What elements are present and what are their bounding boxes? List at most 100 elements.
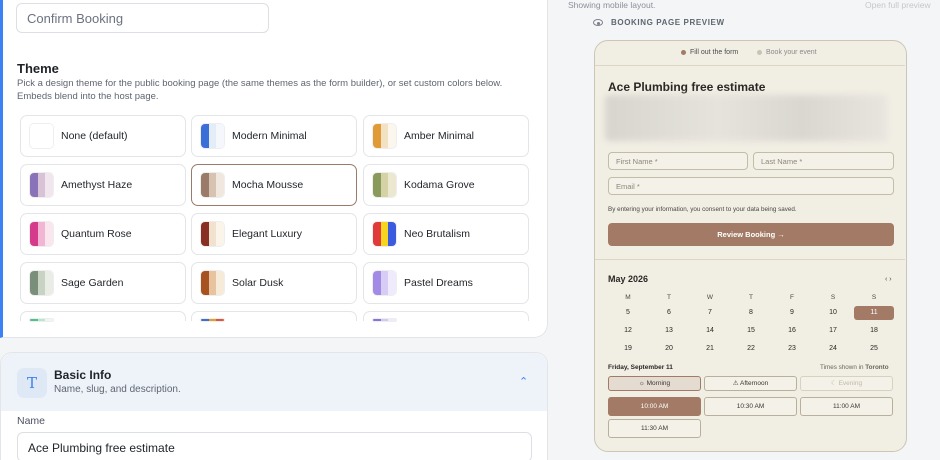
theme-swatch — [200, 221, 225, 247]
swatch-color — [216, 222, 224, 246]
theme-option[interactable]: Amber Minimal — [363, 115, 529, 157]
calendar-day[interactable]: 20 — [649, 342, 689, 356]
calendar-day[interactable]: 18 — [854, 324, 894, 338]
weekday-label: W — [706, 294, 714, 301]
theme-option[interactable] — [20, 311, 186, 322]
weekday-label: F — [790, 294, 794, 301]
period-tab[interactable]: ☾ Evening — [800, 376, 893, 391]
open-full-preview-link[interactable]: Open full preview — [865, 0, 931, 10]
theme-swatch — [372, 318, 397, 322]
swatch-color — [208, 222, 217, 246]
calendar-day[interactable]: 5 — [608, 306, 648, 320]
swatch-color — [37, 319, 46, 321]
last-name-input[interactable]: Last Name * — [753, 152, 894, 170]
basic-info-title: Basic Info — [54, 368, 112, 382]
calendar-day[interactable]: 8 — [731, 306, 771, 320]
theme-swatch — [372, 221, 397, 247]
time-slot-button[interactable]: 10:00 AM — [608, 397, 701, 416]
theme-option[interactable]: Amethyst Haze — [20, 164, 186, 206]
theme-option-label: Amethyst Haze — [61, 179, 133, 191]
selected-day-label: Friday, September 11 — [608, 364, 673, 371]
mobile-preview-frame: Fill out the form Book your event Ace Pl… — [594, 40, 907, 452]
consent-text: By entering your information, you consen… — [608, 206, 797, 213]
calendar-day[interactable]: 23 — [772, 342, 812, 356]
name-label: Name — [17, 415, 46, 427]
swatch-color — [208, 124, 217, 148]
calendar-day[interactable]: 25 — [854, 342, 894, 356]
review-booking-button[interactable]: Review Booking → — [608, 223, 894, 246]
name-input[interactable]: Ace Plumbing free estimate — [17, 432, 532, 460]
month-nav-arrows[interactable]: ‹ › — [885, 276, 892, 283]
step-book-event: Book your event — [757, 49, 817, 56]
calendar-day[interactable]: 17 — [813, 324, 853, 338]
calendar-day[interactable]: 19 — [608, 342, 648, 356]
theme-option-label: Amber Minimal — [404, 130, 475, 142]
preview-heading: BOOKING PAGE PREVIEW — [593, 18, 725, 27]
theme-option[interactable]: Modern Minimal — [191, 115, 357, 157]
theme-swatch — [200, 123, 225, 149]
booking-steps: Fill out the form Book your event — [595, 41, 905, 66]
theme-swatch — [200, 270, 225, 296]
calendar-day[interactable]: 12 — [608, 324, 648, 338]
theme-swatch — [372, 123, 397, 149]
period-tab[interactable]: ☼ Morning — [608, 376, 701, 391]
swatch-color — [373, 271, 381, 295]
chevron-up-icon[interactable]: ⌃ — [519, 375, 528, 388]
swatch-color — [30, 173, 38, 197]
calendar-day[interactable]: 9 — [772, 306, 812, 320]
swatch-color — [37, 271, 46, 295]
timezone-city: Toronto — [865, 364, 889, 371]
theme-option[interactable]: Solar Dusk — [191, 262, 357, 304]
confirm-button-label-input[interactable]: Confirm Booking — [16, 3, 269, 33]
swatch-color — [45, 222, 53, 246]
step-active-dot — [681, 50, 686, 55]
theme-option[interactable] — [191, 311, 357, 322]
first-name-input[interactable]: First Name * — [608, 152, 748, 170]
time-slot-button[interactable]: 10:30 AM — [704, 397, 797, 416]
step-inactive-dot — [757, 50, 762, 55]
theme-option[interactable]: None (default) — [20, 115, 186, 157]
theme-swatch — [29, 123, 54, 149]
email-input[interactable]: Email * — [608, 177, 894, 195]
weekday-label: S — [830, 294, 836, 301]
theme-option-label: Quantum Rose — [61, 228, 132, 240]
theme-option[interactable]: Sage Garden — [20, 262, 186, 304]
swatch-color — [45, 271, 53, 295]
theme-swatch — [372, 172, 397, 198]
time-slot-button[interactable]: 11:00 AM — [800, 397, 893, 416]
swatch-color — [380, 271, 389, 295]
calendar-day[interactable]: 14 — [690, 324, 730, 338]
time-slot-button[interactable]: 11:30 AM — [608, 419, 701, 438]
swatch-color — [373, 173, 381, 197]
calendar-day[interactable]: 7 — [690, 306, 730, 320]
theme-option[interactable]: Neo Brutalism — [363, 213, 529, 255]
calendar-day[interactable]: 6 — [649, 306, 689, 320]
layout-note: Showing mobile layout. — [568, 0, 656, 10]
basic-info-header[interactable]: T Basic Info Name, slug, and description… — [1, 353, 547, 411]
theme-option[interactable]: Pastel Dreams — [363, 262, 529, 304]
swatch-color — [208, 319, 217, 321]
theme-option[interactable]: Kodama Grove — [363, 164, 529, 206]
period-tab[interactable]: ⚠ Afternoon — [704, 376, 797, 391]
basic-info-subtitle: Name, slug, and description. — [54, 384, 181, 395]
theme-option[interactable]: Elegant Luxury — [191, 213, 357, 255]
calendar-day[interactable]: 13 — [649, 324, 689, 338]
timezone-prefix: Times shown in — [820, 364, 864, 371]
theme-option-label: Pastel Dreams — [404, 277, 473, 289]
calendar-day[interactable]: 24 — [813, 342, 853, 356]
calendar-day[interactable]: 10 — [813, 306, 853, 320]
calendar-day[interactable]: 22 — [731, 342, 771, 356]
preview-heading-label: BOOKING PAGE PREVIEW — [611, 18, 725, 27]
calendar-day[interactable]: 21 — [690, 342, 730, 356]
swatch-color — [30, 124, 53, 148]
calendar-day[interactable]: 16 — [772, 324, 812, 338]
theme-option-label: Mocha Mousse — [232, 179, 304, 191]
theme-option[interactable]: Mocha Mousse — [191, 164, 357, 206]
theme-swatch — [29, 318, 54, 322]
theme-option[interactable] — [363, 311, 529, 322]
theme-option-label: Elegant Luxury — [232, 228, 303, 240]
calendar-day[interactable]: 11 — [854, 306, 894, 320]
swatch-color — [201, 222, 209, 246]
calendar-day[interactable]: 15 — [731, 324, 771, 338]
theme-option[interactable]: Quantum Rose — [20, 213, 186, 255]
